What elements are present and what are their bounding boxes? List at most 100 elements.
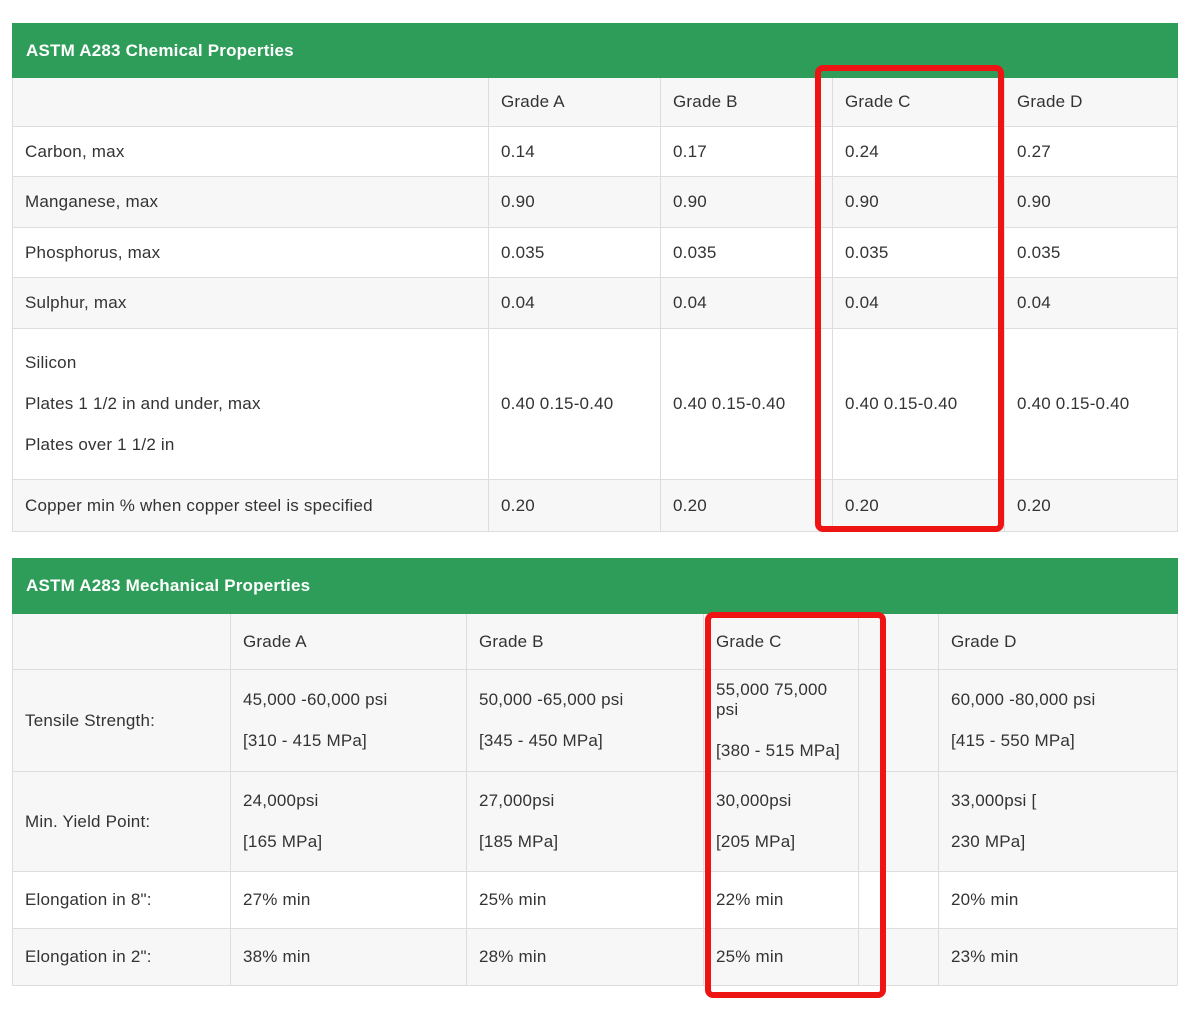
chemical-header-row: Grade A Grade B Grade C Grade D — [13, 78, 1178, 127]
value-cell: 0.90 — [1005, 177, 1178, 228]
value-cell: 22% min — [704, 872, 859, 929]
value-cell: 0.035 — [833, 228, 1005, 278]
silicon-line: Silicon — [25, 353, 478, 373]
value-line: [345 - 450 MPa] — [479, 731, 693, 751]
column-header-grade-c: Grade C — [833, 78, 1005, 127]
row-label-tensile-strength: Tensile Strength: — [13, 670, 231, 772]
mechanical-table-title: ASTM A283 Mechanical Properties — [13, 559, 1178, 614]
value-cell: 0.40 0.15-0.40 — [489, 329, 661, 480]
silicon-line: Plates over 1 1/2 in — [25, 435, 478, 455]
value-cell: 0.04 — [833, 278, 1005, 329]
value-cell: 50,000 -65,000 psi [345 - 450 MPa] — [467, 670, 704, 772]
row-label-manganese: Manganese, max — [13, 177, 489, 228]
column-header-grade-b: Grade B — [467, 614, 704, 670]
chemical-title-row: ASTM A283 Chemical Properties — [13, 24, 1178, 78]
column-header-blank — [13, 614, 231, 670]
value-cell: 0.24 — [833, 127, 1005, 177]
value-cell: 38% min — [231, 929, 467, 986]
spacer-cell — [859, 772, 939, 872]
value-cell: 0.17 — [661, 127, 833, 177]
row-label-elongation-2: Elongation in 2": — [13, 929, 231, 986]
value-cell: 0.20 — [833, 480, 1005, 532]
row-label-silicon: Silicon Plates 1 1/2 in and under, max P… — [13, 329, 489, 480]
value-cell: 0.20 — [489, 480, 661, 532]
value-cell: 60,000 -80,000 psi [415 - 550 MPa] — [939, 670, 1178, 772]
value-cell: 0.20 — [1005, 480, 1178, 532]
row-label-elongation-8: Elongation in 8": — [13, 872, 231, 929]
value-cell: 0.20 — [661, 480, 833, 532]
value-line: 30,000psi — [716, 791, 848, 811]
mechanical-title-row: ASTM A283 Mechanical Properties — [13, 559, 1178, 614]
value-line: 230 MPa] — [951, 832, 1167, 852]
value-cell: 0.90 — [489, 177, 661, 228]
table-row: Tensile Strength: 45,000 -60,000 psi [31… — [13, 670, 1178, 772]
table-row: Carbon, max 0.14 0.17 0.24 0.27 — [13, 127, 1178, 177]
value-cell: 25% min — [704, 929, 859, 986]
row-label-sulphur: Sulphur, max — [13, 278, 489, 329]
value-line: 33,000psi [ — [951, 791, 1167, 811]
value-line: 50,000 -65,000 psi — [479, 690, 693, 710]
table-row: Manganese, max 0.90 0.90 0.90 0.90 — [13, 177, 1178, 228]
value-cell: 0.04 — [661, 278, 833, 329]
row-label-phosphorus: Phosphorus, max — [13, 228, 489, 278]
column-header-grade-d: Grade D — [1005, 78, 1178, 127]
value-cell: 28% min — [467, 929, 704, 986]
value-line: [380 - 515 MPa] — [716, 741, 848, 761]
value-line: [205 MPa] — [716, 832, 848, 852]
table-row: Elongation in 8": 27% min 25% min 22% mi… — [13, 872, 1178, 929]
spacer-cell — [859, 670, 939, 772]
column-header-spacer — [859, 614, 939, 670]
value-cell: 0.90 — [833, 177, 1005, 228]
value-cell: 0.14 — [489, 127, 661, 177]
value-line: [415 - 550 MPa] — [951, 731, 1167, 751]
value-cell: 45,000 -60,000 psi [310 - 415 MPa] — [231, 670, 467, 772]
value-cell: 0.40 0.15-0.40 — [1005, 329, 1178, 480]
value-line: [185 MPa] — [479, 832, 693, 852]
table-row: Sulphur, max 0.04 0.04 0.04 0.04 — [13, 278, 1178, 329]
value-cell: 0.40 0.15-0.40 — [833, 329, 1005, 480]
column-header-grade-b: Grade B — [661, 78, 833, 127]
mechanical-header-row: Grade A Grade B Grade C Grade D — [13, 614, 1178, 670]
chemical-table-title: ASTM A283 Chemical Properties — [13, 24, 1178, 78]
table-row: Elongation in 2": 38% min 28% min 25% mi… — [13, 929, 1178, 986]
value-cell: 0.04 — [489, 278, 661, 329]
value-cell: 0.035 — [489, 228, 661, 278]
silicon-line: Plates 1 1/2 in and under, max — [25, 394, 478, 414]
value-cell: 0.035 — [1005, 228, 1178, 278]
value-cell: 30,000psi [205 MPa] — [704, 772, 859, 872]
table-row: Copper min % when copper steel is specif… — [13, 480, 1178, 532]
value-cell: 23% min — [939, 929, 1178, 986]
value-line: 24,000psi — [243, 791, 456, 811]
value-line: [165 MPa] — [243, 832, 456, 852]
table-row: Min. Yield Point: 24,000psi [165 MPa] 27… — [13, 772, 1178, 872]
spacer-cell — [859, 929, 939, 986]
row-label-copper: Copper min % when copper steel is specif… — [13, 480, 489, 532]
value-cell: 27,000psi [185 MPa] — [467, 772, 704, 872]
value-line: 45,000 -60,000 psi — [243, 690, 456, 710]
column-header-grade-a: Grade A — [489, 78, 661, 127]
value-cell: 0.04 — [1005, 278, 1178, 329]
column-header-grade-c: Grade C — [704, 614, 859, 670]
value-cell: 24,000psi [165 MPa] — [231, 772, 467, 872]
value-cell: 25% min — [467, 872, 704, 929]
value-cell: 55,000 75,000 psi [380 - 515 MPa] — [704, 670, 859, 772]
row-label-min-yield-point: Min. Yield Point: — [13, 772, 231, 872]
page: { "colors": { "header_green": "#2f9d5a",… — [0, 0, 1200, 1009]
value-cell: 33,000psi [ 230 MPa] — [939, 772, 1178, 872]
chemical-properties-table: ASTM A283 Chemical Properties Grade A Gr… — [12, 23, 1178, 532]
value-cell: 0.27 — [1005, 127, 1178, 177]
value-line: [310 - 415 MPa] — [243, 731, 456, 751]
table-row: Phosphorus, max 0.035 0.035 0.035 0.035 — [13, 228, 1178, 278]
mechanical-properties-table: ASTM A283 Mechanical Properties Grade A … — [12, 558, 1178, 986]
spacer-cell — [859, 872, 939, 929]
table-row: Silicon Plates 1 1/2 in and under, max P… — [13, 329, 1178, 480]
value-cell: 0.90 — [661, 177, 833, 228]
column-header-blank — [13, 78, 489, 127]
value-cell: 0.035 — [661, 228, 833, 278]
value-line: 60,000 -80,000 psi — [951, 690, 1167, 710]
value-cell: 0.40 0.15-0.40 — [661, 329, 833, 480]
value-line: 55,000 75,000 psi — [716, 680, 848, 720]
value-cell: 27% min — [231, 872, 467, 929]
row-label-carbon: Carbon, max — [13, 127, 489, 177]
column-header-grade-d: Grade D — [939, 614, 1178, 670]
